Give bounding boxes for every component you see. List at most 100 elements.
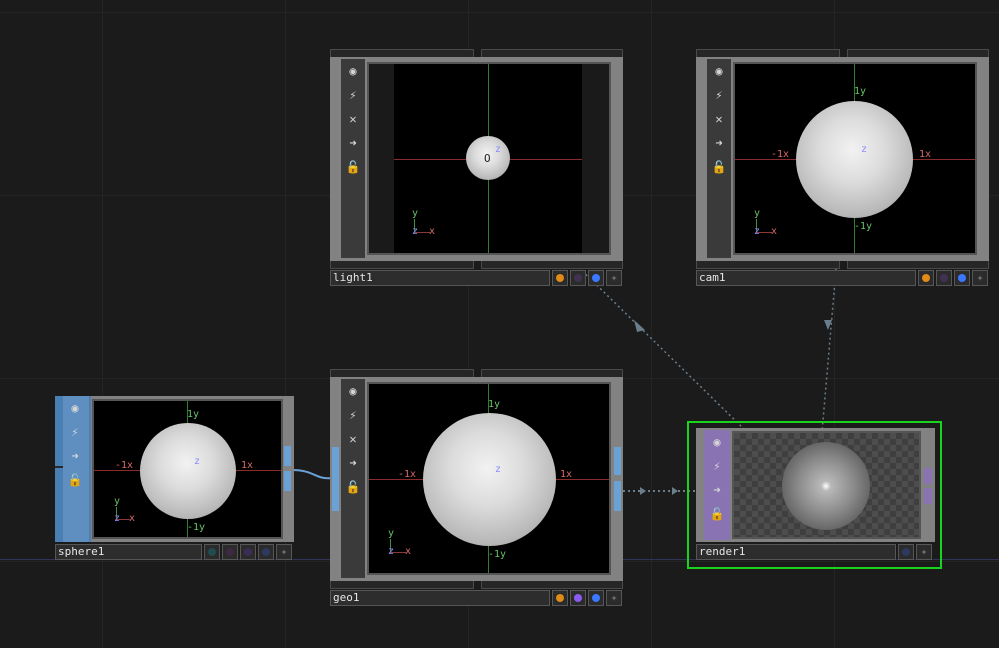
- bypass-icon[interactable]: ⚡: [709, 85, 729, 105]
- node-render1-button-panel: ◉ ⚡ ➜ 🔓: [704, 430, 730, 540]
- export-arrow-icon[interactable]: ➜: [709, 133, 729, 153]
- node-render1-name[interactable]: render1: [696, 544, 896, 560]
- flag-dot: [244, 548, 252, 556]
- viewer-toggle-icon[interactable]: ◉: [65, 398, 85, 418]
- flag-dot: [902, 548, 910, 556]
- lock-icon[interactable]: 🔓: [709, 157, 729, 177]
- node-geo1-bottom-tab-right: [481, 581, 623, 589]
- node-sphere1-flag-5[interactable]: ✦: [276, 544, 292, 560]
- flag-dot: [226, 548, 234, 556]
- node-render1-flag-1[interactable]: [898, 544, 914, 560]
- node-cam1-button-panel: ◉ ⚡ ✕ ➜ 🔓: [707, 59, 731, 258]
- node-cam1[interactable]: ◉ ⚡ ✕ ➜ 🔓 1y -1y -1x 1x z y x z cam1 ✦: [696, 49, 989, 287]
- geo1-output-connector-2[interactable]: [614, 481, 621, 511]
- node-cam1-top-tab-right: [847, 49, 989, 57]
- node-sphere1-flag-1[interactable]: [204, 544, 220, 560]
- node-geo1-bottom-tab-left: [330, 581, 474, 589]
- node-light1-flag-4[interactable]: ✦: [606, 270, 622, 286]
- node-sphere1[interactable]: ◉ ⚡ ➜ 🔓 1y -1y -1x 1x z y x z sphere1 ✦: [55, 396, 294, 561]
- lock-icon[interactable]: 🔓: [707, 504, 727, 524]
- node-geo1-top-tab-left: [330, 369, 474, 377]
- render1-output-connector[interactable]: [924, 468, 932, 484]
- close-icon[interactable]: ✕: [709, 109, 729, 129]
- node-cam1-flag-2[interactable]: [936, 270, 952, 286]
- bypass-icon[interactable]: ⚡: [343, 405, 363, 425]
- gizmo-z-label: z: [754, 226, 761, 237]
- sphere1-output-connector[interactable]: [284, 446, 291, 466]
- node-light1-viewer[interactable]: O z y x z: [367, 62, 611, 255]
- viewer-toggle-icon[interactable]: ◉: [707, 432, 727, 452]
- node-cam1-flag-1[interactable]: [918, 270, 934, 286]
- export-arrow-icon[interactable]: ➜: [707, 480, 727, 500]
- node-options-icon: ✦: [280, 545, 288, 558]
- node-sphere1-name[interactable]: sphere1: [55, 544, 202, 560]
- node-sphere1-button-panel: ◉ ⚡ ➜ 🔓: [55, 396, 91, 542]
- node-render1[interactable]: ◉ ⚡ ➜ 🔓 render1 ✦: [696, 428, 935, 563]
- y-neg-label: -1y: [854, 221, 873, 232]
- x-neg-label: -1x: [115, 460, 134, 471]
- viewer-toggle-icon[interactable]: ◉: [343, 381, 363, 401]
- x-pos-label: 1x: [919, 149, 932, 160]
- lock-icon[interactable]: 🔓: [343, 477, 363, 497]
- export-arrow-icon[interactable]: ➜: [343, 453, 363, 473]
- viewer-toggle-icon[interactable]: ◉: [343, 61, 363, 81]
- node-sphere1-flag-2[interactable]: [222, 544, 238, 560]
- z-axis-label: z: [194, 456, 201, 467]
- flag-dot: [592, 274, 600, 282]
- geo1-input-connector[interactable]: [332, 447, 339, 511]
- node-sphere1-viewer[interactable]: 1y -1y -1x 1x z y x z: [92, 399, 283, 539]
- node-cam1-name[interactable]: cam1: [696, 270, 916, 286]
- flag-dot: [922, 274, 930, 282]
- y-pos-label: 1y: [187, 409, 200, 420]
- gizmo-x-label: x: [429, 226, 436, 237]
- node-options-icon: ✦: [976, 271, 984, 284]
- node-geo1-flag-3[interactable]: [588, 590, 604, 606]
- sphere-preview: [140, 423, 236, 519]
- node-light1-flag-3[interactable]: [588, 270, 604, 286]
- bypass-icon[interactable]: ⚡: [707, 456, 727, 476]
- render1-output-connector-2[interactable]: [924, 488, 932, 504]
- x-neg-label: -1x: [771, 149, 790, 160]
- node-cam1-flag-3[interactable]: [954, 270, 970, 286]
- node-light1-name[interactable]: light1: [330, 270, 550, 286]
- viewer-toggle-icon[interactable]: ◉: [709, 61, 729, 81]
- y-pos-label: 1y: [488, 399, 501, 410]
- node-geo1-name[interactable]: geo1: [330, 590, 550, 606]
- node-render1-viewer[interactable]: [732, 431, 921, 539]
- node-cam1-viewer[interactable]: 1y -1y -1x 1x z y x z: [733, 62, 977, 255]
- node-geo1[interactable]: ◉ ⚡ ✕ ➜ 🔓 1y -1y -1x 1x z y x z geo1 ✦: [330, 369, 623, 607]
- node-geo1-flag-1[interactable]: [552, 590, 568, 606]
- node-sphere1-flag-4[interactable]: [258, 544, 274, 560]
- x-neg-label: -1x: [398, 469, 417, 480]
- node-geo1-viewer[interactable]: 1y -1y -1x 1x z y x z: [367, 382, 611, 575]
- origin-label: O: [484, 152, 491, 165]
- bypass-icon[interactable]: ⚡: [65, 422, 85, 442]
- node-light1-bottom-tab-right: [481, 261, 623, 269]
- export-arrow-icon[interactable]: ➜: [343, 133, 363, 153]
- node-options-icon: ✦: [610, 591, 618, 604]
- node-geo1-flag-2[interactable]: [570, 590, 586, 606]
- y-neg-label: -1y: [187, 522, 206, 533]
- wire-arrow-geo1-render1-end: [672, 487, 678, 495]
- gizmo-z-label: z: [388, 546, 395, 557]
- node-geo1-flag-4[interactable]: ✦: [606, 590, 622, 606]
- flag-dot: [556, 594, 564, 602]
- close-icon[interactable]: ✕: [343, 109, 363, 129]
- gizmo-z-label: z: [412, 226, 419, 237]
- close-icon[interactable]: ✕: [343, 429, 363, 449]
- node-sphere1-flag-3[interactable]: [240, 544, 256, 560]
- geo1-output-connector[interactable]: [614, 447, 621, 475]
- x-pos-label: 1x: [560, 469, 573, 480]
- lock-icon[interactable]: 🔓: [65, 470, 85, 490]
- node-light1-flag-1[interactable]: [552, 270, 568, 286]
- node-light1[interactable]: ◉ ⚡ ✕ ➜ 🔓 O z y x z light1 ✦: [330, 49, 623, 287]
- sphere1-panel-divider: [55, 466, 63, 468]
- export-arrow-icon[interactable]: ➜: [65, 446, 85, 466]
- lock-icon[interactable]: 🔓: [343, 157, 363, 177]
- node-render1-flag-2[interactable]: ✦: [916, 544, 932, 560]
- bypass-icon[interactable]: ⚡: [343, 85, 363, 105]
- gizmo-y-label: y: [754, 208, 761, 219]
- sphere1-output-connector-2[interactable]: [284, 471, 291, 491]
- node-light1-flag-2[interactable]: [570, 270, 586, 286]
- node-cam1-flag-4[interactable]: ✦: [972, 270, 988, 286]
